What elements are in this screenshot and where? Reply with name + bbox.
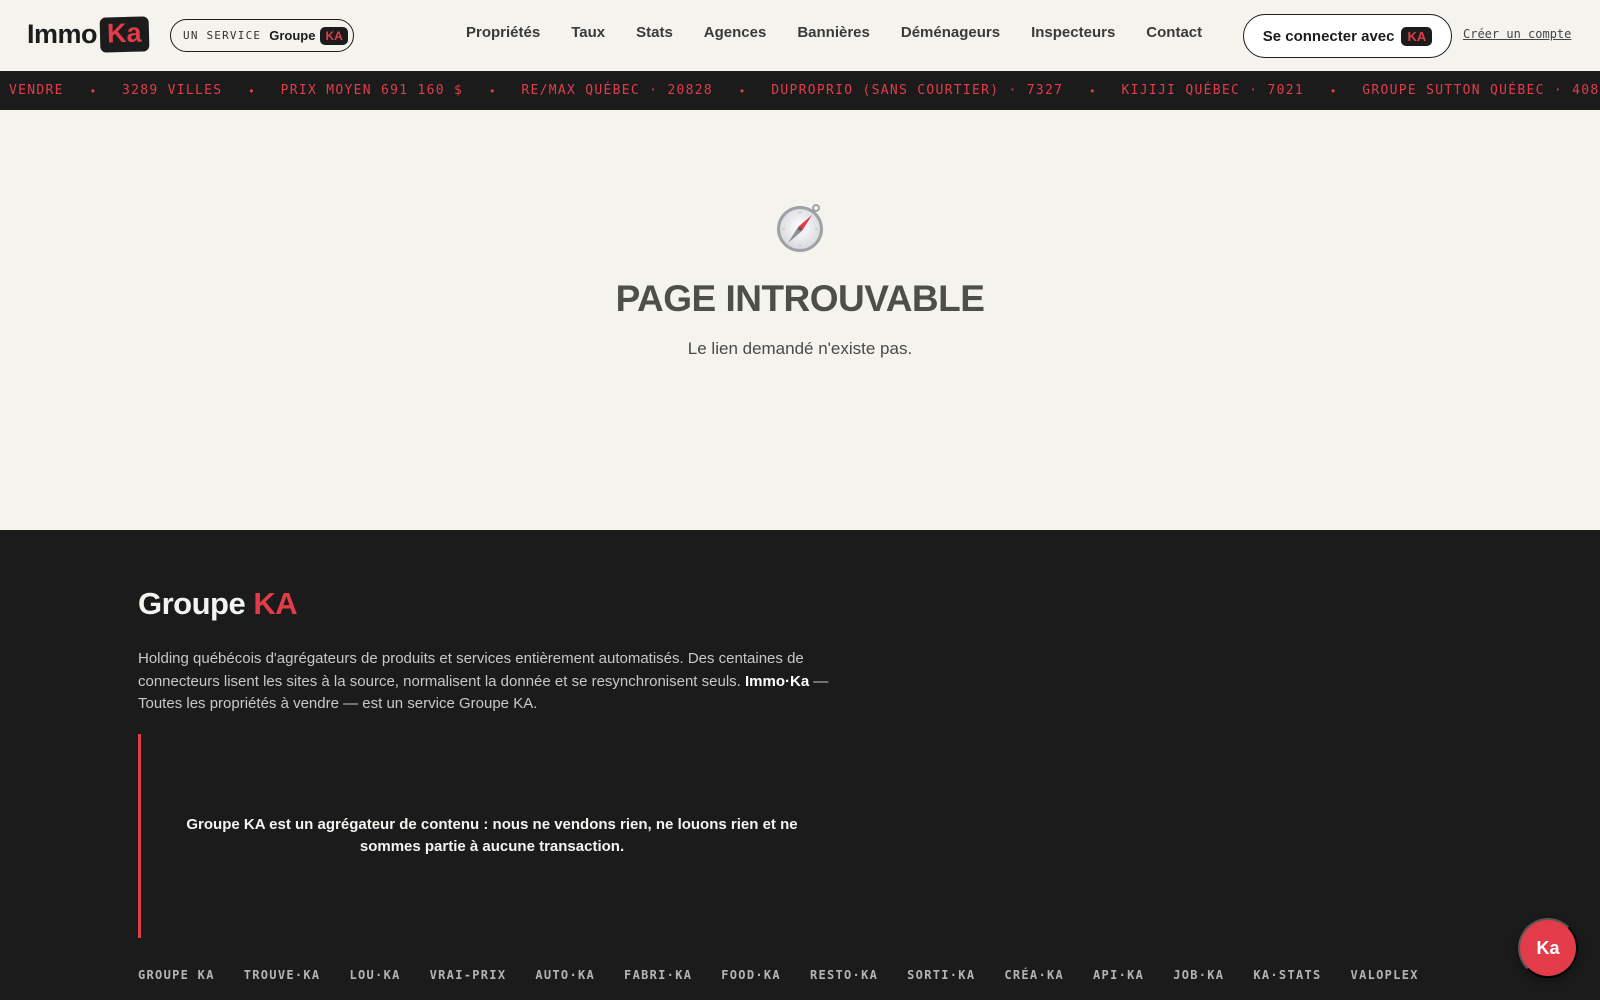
site-header: Immo Ka UN SERVICE Groupe KA Propriétés … [0,0,1600,71]
ticker-separator: • [490,83,495,98]
footer-brand-groupe: Groupe [138,586,246,621]
footer-link-valoplex[interactable]: VALOPLEX [1351,968,1419,982]
nav-item-taux[interactable]: Taux [571,24,605,41]
compass-icon [777,204,823,252]
site-footer: Groupe KA Holding québécois d'agrégateur… [0,530,1600,1000]
footer-link-groupe-ka[interactable]: GROUPE KA [138,968,215,982]
ticker-separator: • [1331,83,1336,98]
chat-label: Ka [1536,937,1560,958]
nav-item-bannieres[interactable]: Bannières [797,24,870,41]
footer-desc-part1: Holding québécois d'agrégateurs de produ… [138,650,804,690]
footer-link-vrai-prix[interactable]: VRAI-PRIX [430,968,507,982]
create-account-link[interactable]: Créer un compte [1463,27,1571,41]
ticker-separator: • [740,83,745,98]
ticker-item: RE/MAX QUÉBEC · 20828 [521,83,713,98]
ticker-item: PRIX MOYEN 691 160 $ [280,83,464,98]
stats-ticker: VENDRE • 3289 VILLES • PRIX MOYEN 691 16… [0,71,1600,110]
footer-brand: Groupe KA [138,586,298,622]
footer-link-sorti-ka[interactable]: SORTI·KA [907,968,975,982]
footer-link-auto-ka[interactable]: AUTO·KA [535,968,595,982]
chat-button[interactable]: Ka [1518,918,1578,978]
ticker-item: DUPROPRIO (SANS COURTIER) · 7327 [771,83,1064,98]
site-logo[interactable]: Immo Ka [27,16,149,53]
page-subtitle: Le lien demandé n'existe pas. [687,339,913,358]
connect-label: Se connecter avec [1262,27,1395,45]
logo-badge: Ka [99,16,149,53]
notice-text: Groupe KA est un agrégateur de contenu :… [186,815,798,856]
service-groupe: Groupe [269,28,316,43]
main-nav: Propriétés Taux Stats Agences Bannières … [466,24,1233,41]
footer-link-ka-stats[interactable]: KA·STATS [1253,968,1321,982]
aggregator-notice: Groupe KA est un agrégateur de contenu :… [138,734,843,938]
footer-links: GROUPE KA TROUVE·KA LOU·KA VRAI-PRIX AUT… [138,968,1448,982]
ticker-item: 3289 VILLES [121,83,223,98]
ticker-separator: • [90,83,95,98]
ticker-separator: • [249,83,254,98]
footer-link-resto-ka[interactable]: RESTO·KA [810,968,878,982]
footer-link-api-ka[interactable]: API·KA [1093,968,1144,982]
footer-link-fabri-ka[interactable]: FABRI·KA [624,968,692,982]
footer-link-job-ka[interactable]: JOB·KA [1173,968,1224,982]
footer-description: Holding québécois d'agrégateurs de produ… [138,648,853,716]
ticker-item: VENDRE [9,83,64,98]
footer-brand-ka: KA [253,586,298,621]
nav-item-proprietes[interactable]: Propriétés [466,24,540,41]
nav-item-stats[interactable]: Stats [636,24,673,41]
footer-link-crea-ka[interactable]: CRÉA·KA [1004,968,1064,982]
ticker-item: GROUPE SUTTON QUÉBEC · 4086 [1362,83,1600,98]
service-groupe-ka-pill[interactable]: UN SERVICE Groupe KA [170,19,354,52]
footer-link-food-ka[interactable]: FOOD·KA [721,968,781,982]
service-prefix: UN SERVICE [183,29,262,42]
nav-item-agences[interactable]: Agences [704,24,767,41]
ticker-item: KIJIJI QUÉBEC · 7021 [1121,83,1305,98]
footer-link-lou-ka[interactable]: LOU·KA [349,968,400,982]
connect-button[interactable]: Se connecter avec KA [1243,14,1452,58]
connect-ka-badge: KA [1401,26,1433,46]
nav-item-inspecteurs[interactable]: Inspecteurs [1031,24,1115,41]
footer-link-trouve-ka[interactable]: TROUVE·KA [244,968,321,982]
page-title: PAGE INTROUVABLE [615,278,985,319]
ticker-separator: • [1090,83,1095,98]
footer-desc-immoka: Immo·Ka [745,672,810,690]
nav-item-contact[interactable]: Contact [1146,24,1202,41]
service-ka-badge: KA [320,26,348,45]
not-found-section: PAGE INTROUVABLE Le lien demandé n'exist… [0,110,1600,530]
logo-text: Immo [27,19,98,49]
nav-item-demenageurs[interactable]: Déménageurs [901,24,1000,41]
